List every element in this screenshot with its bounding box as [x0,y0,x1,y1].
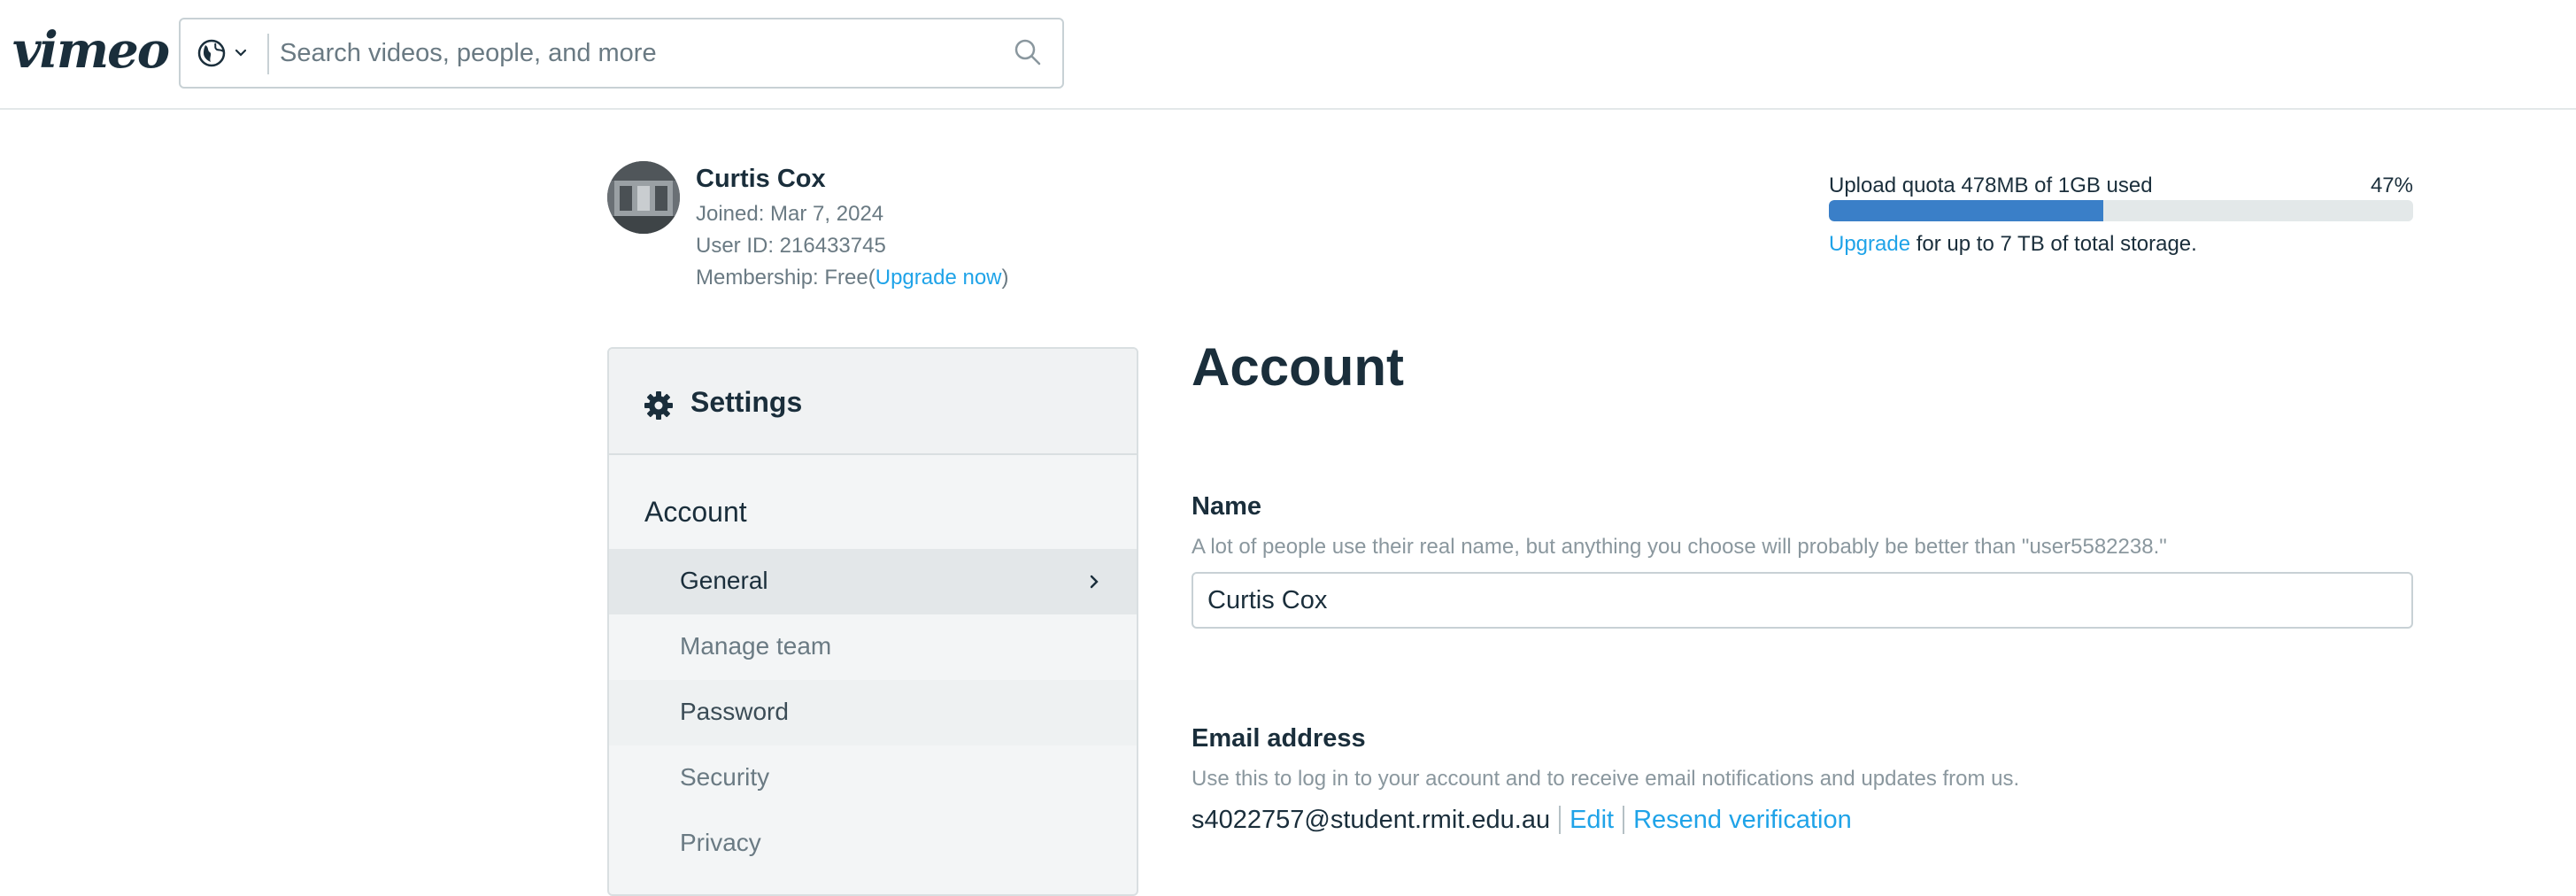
profile-joined: Joined: Mar 7, 2024 [696,202,884,226]
upload-quota-label: Upload quota 478MB of 1GB used [1829,174,2153,197]
storage-note: for up to 7 TB of total storage. [1916,232,2197,256]
upgrade-now-link[interactable]: Upgrade now [875,266,1002,290]
upgrade-link[interactable]: Upgrade [1829,232,1910,256]
email-row: s4022757@student.rmit.edu.au Edit Resend… [1192,804,1852,836]
globe-icon [197,39,226,67]
language-selector[interactable] [197,35,255,71]
membership-suffix: ) [1001,266,1009,290]
resend-verification-link[interactable]: Resend verification [1633,806,1852,835]
vimeo-logo[interactable]: vimeo [12,19,170,81]
settings-header: Settings [609,349,1137,455]
settings-sidebar: Settings Account General Manage team Pas… [607,347,1138,896]
search-input[interactable] [280,27,1006,80]
name-field-help: A lot of people use their real name, but… [1192,535,2167,559]
upload-quota-note: Upgrade for up to 7 TB of total storage. [1829,232,2197,257]
gear-icon [644,391,673,420]
email-value: s4022757@student.rmit.edu.au [1192,805,1551,834]
membership-prefix: Membership: Free( [696,266,875,290]
sidebar-item-label: Manage team [680,632,832,660]
sidebar-item-password[interactable]: Password [609,680,1137,745]
profile-user-id: User ID: 216433745 [696,234,886,258]
edit-email-link[interactable]: Edit [1570,806,1614,835]
profile-membership: Membership: Free(Upgrade now) [696,266,1009,290]
sidebar-item-label: Privacy [680,829,761,856]
sidebar-item-privacy[interactable]: Privacy [609,811,1137,877]
profile-name: Curtis Cox [696,165,826,193]
upload-quota-percent: 47% [2370,174,2413,197]
sidebar-section-account: Account [644,496,747,528]
page-title: Account [1192,337,1404,397]
sidebar-item-label: Security [680,763,770,791]
avatar-image [607,161,680,234]
separator [1623,806,1625,834]
sidebar-item-label: General [680,567,768,594]
name-field-label: Name [1192,492,1261,521]
sidebar-item-label: Password [680,698,789,725]
sidebar-item-general[interactable]: General [609,549,1137,614]
settings-title: Settings [690,386,803,418]
name-input[interactable] [1192,572,2413,629]
search-divider [267,34,269,74]
email-field-label: Email address [1192,724,1366,753]
upload-quota-bar [1829,200,2413,221]
chevron-right-icon [1090,575,1099,589]
upload-quota-fill [1829,200,2104,221]
top-bar: vimeo [0,0,2576,110]
sidebar-item-manage-team[interactable]: Manage team [609,614,1137,680]
chevron-down-icon [235,49,247,57]
separator [1559,806,1562,834]
email-field-help: Use this to log in to your account and t… [1192,767,2020,791]
sidebar-item-security[interactable]: Security [609,745,1137,811]
search-icon[interactable] [1013,37,1043,67]
search-bar [179,18,1064,89]
avatar[interactable] [607,161,680,234]
